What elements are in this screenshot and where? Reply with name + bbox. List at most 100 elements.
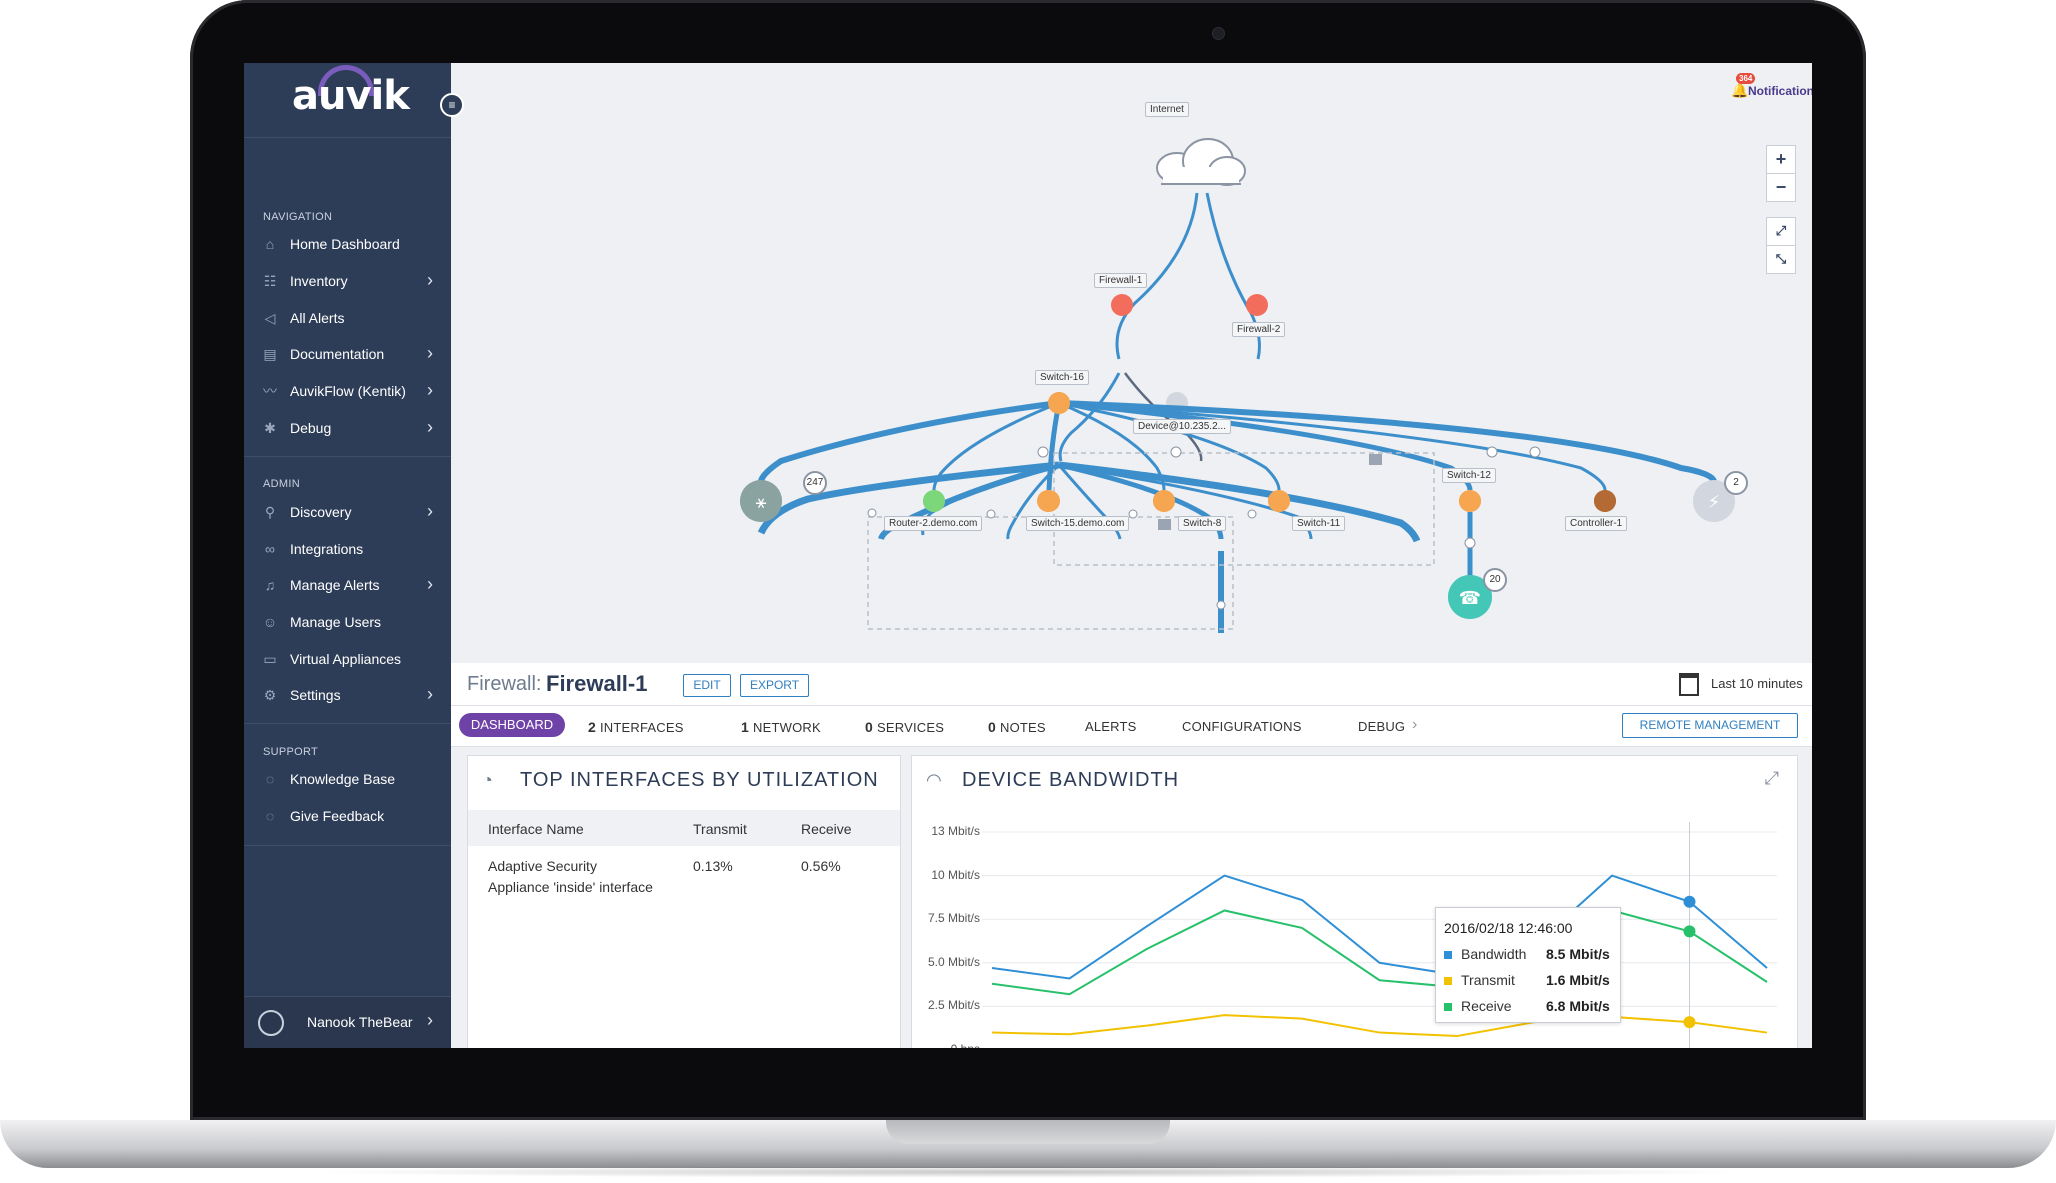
firewall2-label[interactable]: Firewall-2: [1232, 322, 1286, 337]
divider: [244, 137, 451, 138]
bell-icon: 🔔: [1731, 82, 1749, 98]
network-hub-icon: ⚹: [756, 492, 767, 513]
sidebar-item-label: Integrations: [290, 541, 364, 557]
sidebar-item-home-dashboard[interactable]: ⌂ Home Dashboard: [244, 227, 451, 261]
discovery-icon: ⚲: [264, 504, 276, 520]
column-header[interactable]: Transmit: [693, 821, 747, 837]
group-count-badge: 2: [1724, 471, 1748, 495]
sidebar-item-label: Manage Alerts: [290, 577, 380, 593]
laptop-notch: [886, 1120, 1170, 1144]
switch15-label[interactable]: Switch-15.demo.com: [1026, 516, 1130, 531]
admin-section-label: ADMIN: [263, 478, 300, 490]
network-map[interactable]: ⚹ ⚡ ☎ Internet Firewall-1 Firewall-2 Swi…: [451, 63, 1812, 663]
nav-section-label: NAVIGATION: [263, 211, 333, 223]
notifications-label: Notifications: [1748, 84, 1812, 98]
switch11-label[interactable]: Switch-11: [1292, 516, 1346, 531]
column-header[interactable]: Interface Name: [488, 821, 584, 837]
remote-management-button[interactable]: REMOTE MANAGEMENT: [1622, 713, 1798, 738]
tooltip-value: 1.6 Mbit/s: [1546, 972, 1610, 988]
link-icon: ∞: [265, 541, 275, 557]
tab-dashboard[interactable]: DASHBOARD: [459, 713, 565, 737]
switch12-node: [1459, 490, 1481, 512]
tab-network[interactable]: 1 NETWORK: [741, 719, 821, 735]
auvik-logo[interactable]: auvik: [244, 63, 451, 133]
zoom-out-button[interactable]: −: [1766, 173, 1796, 202]
tooltip-label: Bandwidth: [1461, 946, 1527, 962]
sidebar-item-label: Documentation: [290, 346, 385, 362]
sidebar-item-manage-users[interactable]: ☺ Manage Users: [244, 605, 451, 639]
internet-label[interactable]: Internet: [1145, 102, 1189, 117]
expand-icon[interactable]: ⤢: [1766, 217, 1796, 246]
tab-label: NETWORK: [753, 720, 821, 735]
table-row[interactable]: Adaptive Security Appliance 'inside' int…: [468, 856, 900, 906]
tab-notes[interactable]: 0 NOTES: [988, 719, 1046, 735]
transmit-value: 0.13%: [693, 858, 733, 874]
sidebar-item-auvikflow[interactable]: 〰 AuvikFlow (Kentik) ›: [244, 374, 451, 408]
link-switch16-router2: [932, 401, 1060, 491]
calendar-icon[interactable]: [1679, 673, 1699, 696]
screen: auvik NAVIGATION ⌂ Home Dashboard ☷ Inve…: [244, 63, 1812, 1048]
device-detail-panel: Firewall: Firewall-1 EDIT EXPORT Last 10…: [451, 663, 1812, 1048]
tab-interfaces[interactable]: 2 INTERFACES: [588, 719, 684, 735]
column-header[interactable]: Receive: [801, 821, 852, 837]
divider: [244, 456, 451, 457]
sidebar-item-label: AuvikFlow (Kentik): [290, 383, 406, 399]
tab-alerts[interactable]: ALERTS: [1085, 719, 1137, 734]
flow-chart-icon: 〰: [263, 383, 277, 399]
controller1-label[interactable]: Controller-1: [1565, 516, 1628, 531]
expand-group-icon: [1369, 454, 1382, 465]
sidebar-item-label: Knowledge Base: [290, 771, 396, 787]
switch8-node: [1153, 490, 1175, 512]
tab-services[interactable]: 0 SERVICES: [865, 719, 944, 735]
sidebar-item-discovery[interactable]: ⚲ Discovery ›: [244, 495, 451, 529]
sidebar-item-label: Discovery: [290, 504, 352, 520]
chevron-right-icon: ›: [427, 380, 433, 400]
chevron-right-icon: ›: [427, 417, 433, 437]
user-menu[interactable]: Nanook TheBear ›: [244, 996, 451, 1048]
edit-button[interactable]: EDIT: [683, 674, 731, 697]
legend-swatch: [1444, 977, 1452, 986]
chevron-right-icon: ›: [427, 684, 433, 704]
feedback-icon: ◌: [265, 808, 275, 824]
tooltip-row-bandwidth: Bandwidth 8.5 Mbit/s: [1444, 946, 1610, 962]
gear-icon: ⚙: [263, 687, 277, 703]
group-count-badge: 20: [1483, 568, 1507, 592]
switch8-label[interactable]: Switch-8: [1178, 516, 1227, 531]
tabs-more-chevron-icon[interactable]: ›: [1412, 716, 1418, 734]
tooltip-label: Receive: [1461, 998, 1512, 1014]
sidebar-item-documentation[interactable]: ▤ Documentation ›: [244, 337, 451, 371]
collapse-icon[interactable]: ⤡: [1766, 245, 1796, 274]
sidebar-item-all-alerts[interactable]: ◁ All Alerts: [244, 301, 451, 335]
sidebar-item-settings[interactable]: ⚙ Settings ›: [244, 678, 451, 712]
tab-debug[interactable]: DEBUG: [1358, 719, 1405, 734]
sidebar-item-integrations[interactable]: ∞ Integrations: [244, 532, 451, 566]
collapse-sidebar-button[interactable]: ≡: [440, 93, 464, 117]
export-button[interactable]: EXPORT: [740, 674, 809, 697]
bandwidth-line-chart[interactable]: [912, 756, 1797, 1048]
sidebar: auvik NAVIGATION ⌂ Home Dashboard ☷ Inve…: [244, 63, 451, 1048]
tab-count: 2: [588, 719, 596, 735]
device-label[interactable]: Device@10.235.2...: [1133, 419, 1231, 434]
controller1-node: [1594, 490, 1616, 512]
sidebar-item-label: Settings: [290, 687, 341, 703]
sidebar-item-debug[interactable]: ✱ Debug ›: [244, 411, 451, 445]
tab-configurations[interactable]: CONFIGURATIONS: [1182, 719, 1302, 734]
firewall1-label[interactable]: Firewall-1: [1094, 273, 1148, 288]
router2-label[interactable]: Router-2.demo.com: [884, 516, 983, 531]
sidebar-item-knowledge-base[interactable]: ◌ Knowledge Base: [244, 762, 451, 796]
switch12-label[interactable]: Switch-12: [1442, 468, 1496, 483]
zoom-in-button[interactable]: +: [1766, 145, 1796, 174]
user-name: Nanook TheBear: [307, 1014, 413, 1030]
sidebar-item-inventory[interactable]: ☷ Inventory ›: [244, 264, 451, 298]
tab-count: 1: [741, 719, 749, 735]
time-range-selector[interactable]: Last 10 minutes: [1711, 676, 1803, 691]
legend-swatch: [1444, 951, 1452, 960]
tooltip-row-transmit: Transmit 1.6 Mbit/s: [1444, 972, 1610, 988]
tooltip-value: 6.8 Mbit/s: [1546, 998, 1610, 1014]
link-marker: [1037, 446, 1049, 458]
chevron-right-icon: ›: [427, 1010, 433, 1030]
sidebar-item-manage-alerts[interactable]: ♫ Manage Alerts ›: [244, 568, 451, 602]
switch16-label[interactable]: Switch-16: [1035, 370, 1089, 385]
sidebar-item-virtual-appliances[interactable]: ▭ Virtual Appliances: [244, 642, 451, 676]
sidebar-item-give-feedback[interactable]: ◌ Give Feedback: [244, 799, 451, 833]
